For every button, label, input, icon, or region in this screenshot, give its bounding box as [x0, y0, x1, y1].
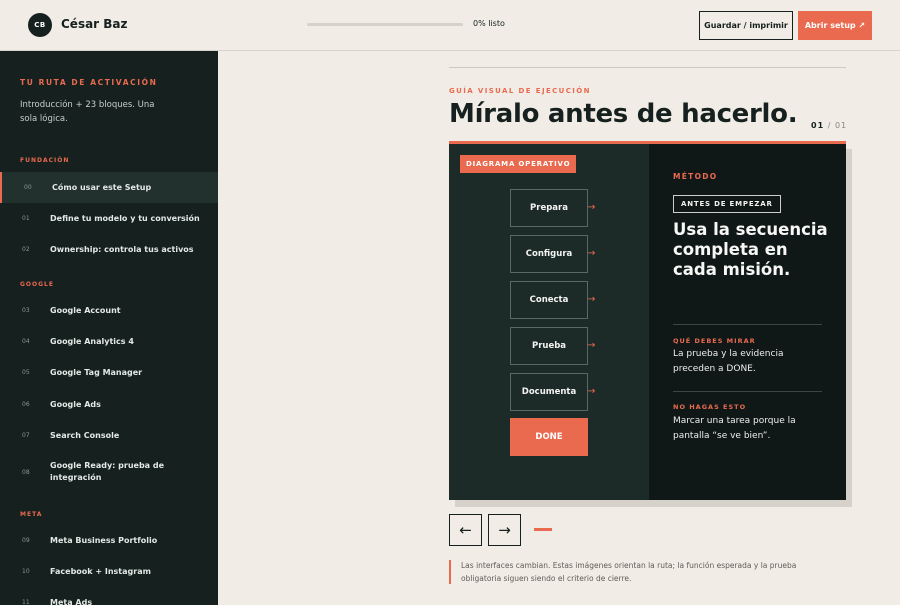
top-bar: CB César Baz 0% listo Guardar / imprimir…: [0, 0, 900, 51]
sidebar-intro: Introducción + 23 bloques. Una sola lógi…: [20, 100, 155, 124]
sidebar-item-label: Ownership: controla tus activos: [50, 244, 194, 254]
watch-title: QUÉ DEBES MIRAR: [673, 337, 756, 345]
sidebar-item-02[interactable]: 02 Ownership: controla tus activos: [0, 234, 218, 265]
slide-separator: /: [827, 121, 832, 130]
sidebar-item-00[interactable]: 00 Cómo usar este Setup: [0, 172, 218, 203]
slide-current: 01: [811, 121, 825, 130]
sidebar-section-google: GOOGLE: [20, 281, 54, 288]
slide-indicator[interactable]: [534, 528, 552, 531]
progress-bar: [307, 23, 463, 26]
dont-title: NO HAGAS ESTO: [673, 403, 747, 411]
sidebar-section-fundacion: FUNDACIÓN: [20, 157, 70, 164]
sidebar-item-label: Meta Business Portfolio: [50, 535, 158, 545]
footnote: Las interfaces cambian. Estas imágenes o…: [461, 561, 797, 583]
sidebar-item-number: 04: [22, 338, 30, 345]
sidebar-item-07[interactable]: 07 Search Console: [0, 420, 218, 451]
sidebar: TU RUTA DE ACTIVACIÓN Introducción + 23 …: [0, 51, 218, 605]
sidebar-heading: TU RUTA DE ACTIVACIÓN: [20, 78, 158, 87]
step-prepara: Prepara: [510, 189, 588, 227]
watch-text: La prueba y la evidencia preceden a DONE…: [673, 349, 784, 374]
sidebar-item-05[interactable]: 05 Google Tag Manager: [0, 357, 218, 388]
sidebar-item-number: 01: [22, 215, 30, 222]
step-documenta: Documenta: [510, 373, 588, 411]
method-badge: ANTES DE EMPEZAR: [673, 195, 781, 213]
sidebar-item-label: Google Analytics 4: [50, 336, 134, 346]
sidebar-item-number: 10: [22, 568, 30, 575]
slide-total: 01: [834, 121, 848, 130]
step-configura: Configura: [510, 235, 588, 273]
dont-text: Marcar una tarea porque la pantalla “se …: [673, 416, 796, 441]
sidebar-item-label: Google Tag Manager: [50, 367, 143, 377]
sidebar-item-01[interactable]: 01 Define tu modelo y tu conversión: [0, 203, 218, 234]
operational-diagram: DIAGRAMA OPERATIVO Prepara → Configura →…: [449, 144, 649, 500]
sidebar-item-number: 08: [22, 468, 30, 476]
progress-label: 0% listo: [473, 19, 505, 28]
sidebar-item-label: Google Ads: [50, 399, 101, 409]
next-button[interactable]: →: [488, 514, 521, 546]
arrow-right-icon: →: [587, 202, 596, 213]
sidebar-item-11[interactable]: 11 Meta Ads: [0, 587, 218, 605]
slide-counter: 01 / 01: [811, 121, 847, 130]
step-conecta: Conecta: [510, 281, 588, 319]
sidebar-section-meta: META: [20, 511, 43, 518]
step-done: DONE: [510, 418, 588, 456]
arrow-right-icon: →: [587, 340, 596, 351]
divider: [449, 67, 846, 68]
arrow-right-icon: →: [587, 248, 596, 259]
sidebar-item-08[interactable]: 08 Google Ready: prueba de integración: [0, 454, 218, 490]
sidebar-item-06[interactable]: 06 Google Ads: [0, 389, 218, 420]
visual-guide-card: DIAGRAMA OPERATIVO Prepara → Configura →…: [449, 141, 846, 500]
sidebar-item-label: Google Account: [50, 305, 121, 315]
sidebar-item-03[interactable]: 03 Google Account: [0, 295, 218, 326]
sidebar-item-number: 06: [22, 401, 30, 408]
sidebar-item-number: 05: [22, 369, 30, 376]
page-title: Míralo antes de hacerlo.: [449, 99, 798, 129]
open-setup-button[interactable]: Abrir setup ↗: [798, 11, 872, 40]
method-kicker: MÉTODO: [673, 172, 718, 181]
sidebar-item-number: 02: [22, 246, 30, 253]
avatar[interactable]: CB: [28, 13, 52, 37]
method-panel: MÉTODO ANTES DE EMPEZAR Usa la secuencia…: [649, 144, 846, 500]
user-name: César Baz: [61, 17, 128, 31]
step-prueba: Prueba: [510, 327, 588, 365]
sidebar-item-number: 03: [22, 307, 30, 314]
sidebar-item-label: Define tu modelo y tu conversión: [50, 213, 200, 223]
save-print-button[interactable]: Guardar / imprimir: [699, 11, 793, 40]
arrow-right-icon: →: [587, 294, 596, 305]
note-accent-bar: [449, 560, 451, 584]
arrow-right-icon: →: [587, 386, 596, 397]
sidebar-item-number: 07: [22, 432, 30, 439]
sidebar-item-number: 00: [24, 184, 32, 191]
divider: [673, 391, 822, 392]
divider: [673, 324, 822, 325]
sidebar-item-number: 11: [22, 599, 30, 605]
previous-button[interactable]: ←: [449, 514, 482, 546]
sidebar-item-09[interactable]: 09 Meta Business Portfolio: [0, 525, 218, 556]
diagram-tag: DIAGRAMA OPERATIVO: [460, 155, 577, 173]
sidebar-item-label: Facebook + Instagram: [50, 566, 151, 576]
sidebar-item-number: 09: [22, 537, 30, 544]
sidebar-item-04[interactable]: 04 Google Analytics 4: [0, 326, 218, 357]
sidebar-item-label: Meta Ads: [50, 597, 93, 605]
sidebar-item-10[interactable]: 10 Facebook + Instagram: [0, 556, 218, 587]
method-headline: Usa la secuencia completa en cada misión…: [673, 220, 828, 279]
sidebar-item-label: Google Ready: prueba de integración: [50, 461, 165, 482]
sidebar-item-label: Search Console: [50, 430, 120, 440]
sidebar-item-label: Cómo usar este Setup: [52, 182, 152, 192]
section-eyebrow: GUÍA VISUAL DE EJECUCIÓN: [449, 87, 591, 95]
